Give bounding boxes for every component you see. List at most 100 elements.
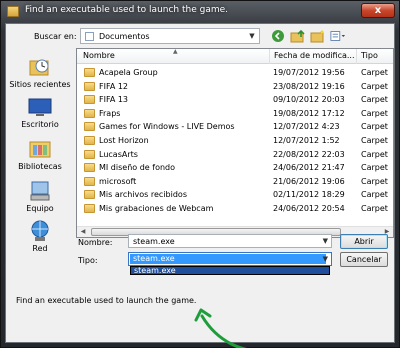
column-type[interactable]: Tipo: [361, 51, 378, 60]
chevron-down-icon[interactable]: ▼: [323, 237, 328, 245]
place-label-libraries: Bibliotecas: [18, 162, 62, 171]
list-header: Nombre ▲ Fecha de modifica... Tipo: [77, 48, 393, 64]
desktop-icon: [28, 96, 52, 118]
new-folder-icon[interactable]: [310, 28, 326, 44]
filetype-select[interactable]: steam.exe ▼: [128, 252, 332, 266]
file-type: Carpet: [361, 68, 388, 77]
column-date[interactable]: Fecha de modifica...: [274, 51, 355, 60]
file-name: Lost Horizon: [99, 136, 149, 145]
file-name: Acapela Group: [99, 68, 158, 77]
place-desktop[interactable]: Escritorio: [8, 96, 72, 136]
file-date: 02/11/2012 18:29: [273, 190, 345, 200]
title-bar: Find an executable used to launch the ga…: [1, 1, 400, 23]
window-title: Find an executable used to launch the ga…: [25, 5, 229, 15]
folder-icon: [84, 108, 95, 118]
file-date: 24/06/2012 21:47: [273, 163, 345, 173]
list-item[interactable]: Lost Horizon 12/07/2012 1:52 Carpet: [77, 135, 393, 147]
toolbar: [270, 28, 346, 44]
up-folder-icon[interactable]: [290, 28, 306, 44]
lookin-combo[interactable]: Documentos ▼: [80, 28, 260, 44]
list-item[interactable]: Games for Windows - LIVE Demos 12/07/2012…: [77, 121, 393, 133]
annotation-arrow-icon: [194, 308, 247, 348]
column-divider[interactable]: [356, 49, 357, 64]
file-list[interactable]: Nombre ▲ Fecha de modifica... Tipo Acape…: [76, 48, 394, 238]
filename-value: steam.exe: [133, 237, 175, 246]
filetype-option[interactable]: steam.exe: [130, 266, 330, 275]
scroll-left-icon[interactable]: ◀: [78, 228, 88, 237]
open-button[interactable]: Abrir: [340, 234, 388, 249]
place-recent[interactable]: Sitios recientes: [8, 56, 72, 96]
lookin-value: Documentos: [99, 32, 150, 41]
chevron-down-icon[interactable]: ▼: [245, 29, 259, 43]
folder-icon: [84, 204, 95, 213]
folder-icon: [84, 176, 95, 186]
view-menu-icon[interactable]: [330, 28, 346, 44]
documents-icon: [85, 32, 94, 41]
list-item[interactable]: Mis grabaciones de Webcam 24/06/2012 20:5…: [77, 203, 393, 215]
place-libraries[interactable]: Bibliotecas: [8, 138, 72, 178]
list-item[interactable]: Acapela Group 19/07/2012 19:56 Carpet: [77, 67, 393, 79]
list-item[interactable]: FIFA 12 23/08/2012 19:16 Carpet: [77, 81, 393, 93]
libraries-icon: [28, 138, 52, 160]
place-label-computer: Equipo: [26, 204, 54, 213]
list-item[interactable]: MI diseño de fondo 24/06/2012 21:47 Carpet: [77, 162, 393, 174]
folder-icon: [84, 136, 95, 145]
folder-icon: [84, 95, 95, 105]
file-name: Games for Windows - LIVE Demos: [99, 122, 235, 132]
list-item[interactable]: Fraps 19/08/2012 17:12 Carpet: [77, 108, 393, 120]
list-item[interactable]: LucasArts 22/08/2012 22:03 Carpet: [77, 149, 393, 161]
file-name: Fraps: [99, 108, 121, 118]
file-type: Carpet: [361, 163, 388, 173]
file-date: 19/08/2012 17:12: [273, 108, 345, 118]
sort-up-icon: ▲: [173, 48, 178, 55]
file-name: microsoft: [99, 176, 137, 186]
cancel-button[interactable]: Cancelar: [340, 252, 388, 267]
column-name[interactable]: Nombre: [83, 51, 115, 60]
list-item[interactable]: microsoft 21/06/2012 19:06 Carpet: [77, 176, 393, 188]
list-item[interactable]: FIFA 13 09/10/2012 20:03 Carpet: [77, 94, 393, 106]
dialog-window: Find an executable used to launch the ga…: [0, 0, 400, 348]
file-date: 22/08/2012 22:03: [273, 149, 345, 159]
file-date: 09/10/2012 20:03: [273, 95, 345, 105]
file-name: LucasArts: [99, 149, 138, 159]
file-type: Carpet: [361, 108, 388, 118]
place-label-desktop: Escritorio: [21, 120, 59, 129]
network-icon: [28, 220, 52, 242]
file-type: Carpet: [361, 95, 388, 105]
folder-icon: [84, 122, 95, 132]
file-type: Carpet: [361, 122, 388, 132]
file-type: Carpet: [361, 204, 388, 213]
file-date: 12/07/2012 4:23: [273, 122, 340, 132]
file-date: 12/07/2012 1:52: [273, 136, 340, 145]
column-divider[interactable]: [269, 49, 270, 64]
file-type: Carpet: [361, 136, 388, 145]
folder-icon: [84, 81, 95, 91]
folder-icon: [84, 190, 95, 200]
recent-places-icon: [28, 56, 52, 78]
file-type: Carpet: [361, 149, 388, 159]
filetype-label: Tipo:: [78, 256, 98, 265]
dialog-description: Find an executable used to launch the ga…: [16, 296, 197, 305]
lookin-label: Buscar en:: [34, 32, 77, 41]
place-network[interactable]: Red: [8, 220, 72, 260]
back-icon[interactable]: [270, 28, 286, 44]
close-button[interactable]: x: [361, 3, 395, 18]
filename-input[interactable]: steam.exe ▼: [128, 234, 332, 248]
places-bar: Sitios recientes Escritorio Bibliotecas …: [8, 48, 72, 278]
file-date: 19/07/2012 19:56: [273, 68, 345, 77]
file-date: 23/08/2012 19:16: [273, 81, 345, 91]
folder-icon: [84, 149, 95, 159]
place-computer[interactable]: Equipo: [8, 180, 72, 220]
filetype-value: steam.exe: [130, 254, 326, 264]
place-label-network: Red: [32, 244, 48, 253]
list-item[interactable]: Mis archivos recibidos 02/11/2012 18:29 Ca…: [77, 189, 393, 201]
file-type: Carpet: [361, 81, 388, 91]
file-type: Carpet: [361, 190, 388, 200]
file-name: FIFA 13: [99, 95, 129, 105]
folder-icon: [7, 6, 19, 17]
file-name: Mis grabaciones de Webcam: [99, 204, 214, 213]
file-name: MI diseño de fondo: [99, 163, 175, 173]
folder-icon: [84, 163, 95, 173]
chevron-down-icon[interactable]: ▼: [323, 255, 328, 263]
file-date: 21/06/2012 19:06: [273, 176, 345, 186]
